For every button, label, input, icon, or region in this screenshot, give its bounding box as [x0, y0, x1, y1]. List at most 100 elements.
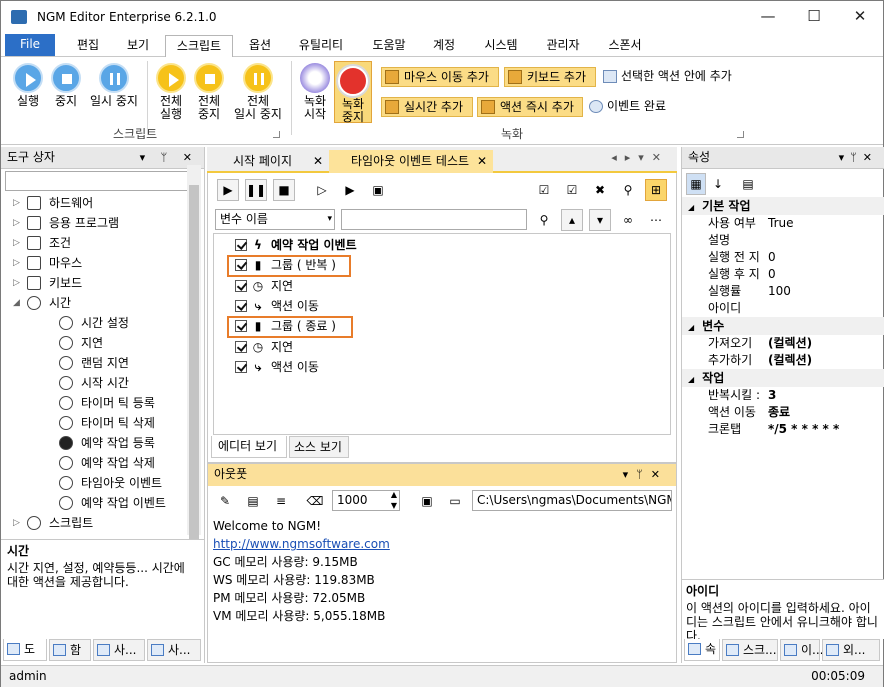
property-row[interactable]: 설명 [682, 232, 884, 249]
property-value[interactable]: (컬렉션) [768, 352, 812, 369]
tab-view[interactable]: 보기 [113, 35, 163, 57]
tab-account[interactable]: 계정 [421, 35, 467, 57]
event-row[interactable]: ⤷ 액션 이동 [235, 296, 319, 316]
tab-utility[interactable]: 유틸리티 [289, 35, 353, 57]
expand-arrow-icon[interactable]: ▷ [13, 193, 20, 213]
property-category[interactable]: ◢ 변수 [682, 317, 884, 335]
event-row[interactable]: ⤷ 액션 이동 [235, 357, 319, 377]
pause-button[interactable]: 일시 중지 [85, 63, 143, 108]
property-row[interactable]: 실행 후 지 0 [682, 266, 884, 283]
checkbox[interactable] [235, 279, 247, 292]
property-value[interactable]: */5 * * * * * [768, 421, 839, 438]
toolbox-item[interactable]: 시작 시간 [1, 373, 185, 393]
check-icon[interactable]: ☑ [561, 179, 583, 201]
stop-all-button[interactable]: 전체 중지 [189, 63, 229, 121]
property-value[interactable]: 3 [768, 387, 776, 404]
event-row[interactable]: ϟ 예약 작업 이벤트 [235, 235, 357, 255]
tab-help[interactable]: 도움말 [361, 35, 417, 57]
property-row[interactable]: 실행 전 지 0 [682, 249, 884, 266]
realtime-add-button[interactable]: 실시간 추가 [381, 97, 473, 117]
toolbox-item[interactable]: 예약 작업 등록 [1, 433, 185, 453]
toolbox-item[interactable]: ▷ 마우스 [1, 253, 185, 273]
property-value[interactable]: 100 [768, 283, 791, 300]
tab-system[interactable]: 시스템 [473, 35, 529, 57]
toolbox-item[interactable]: 타이머 틱 삭제 [1, 413, 185, 433]
tab-script[interactable]: 스크립트 [165, 35, 233, 57]
property-row[interactable]: 추가하기 (컬렉션) [682, 352, 884, 369]
search-icon[interactable]: ⚲ [533, 209, 555, 231]
tab-source-view[interactable]: 소스 보기 [289, 436, 349, 458]
eraser-icon[interactable]: ⌫ [304, 490, 326, 512]
tab-admin[interactable]: 관리자 [535, 35, 591, 57]
collapse-icon[interactable]: ◢ [688, 203, 694, 212]
sort-az-icon[interactable]: ↓ [708, 173, 728, 195]
mouse-move-add-button[interactable]: 마우스 이동 추가 [381, 67, 499, 87]
property-row[interactable]: 사용 여부 True [682, 215, 884, 232]
tab-functions[interactable]: 함 [49, 639, 91, 661]
move-down-button[interactable]: ▾ [589, 209, 611, 231]
panel-controls[interactable]: ▾ᛘ✕ [839, 147, 878, 168]
tab-editor-view[interactable]: 에디터 보기 [211, 436, 287, 458]
expand-arrow-icon[interactable]: ◢ [13, 293, 20, 313]
event-row[interactable]: ◷ 지연 [235, 276, 293, 296]
event-complete-button[interactable]: 이벤트 완료 [587, 97, 666, 117]
toolbox-item[interactable]: ▷ 키보드 [1, 273, 185, 293]
step-next-icon[interactable]: ▶ [339, 179, 361, 201]
tab-edit[interactable]: 편집 [63, 35, 113, 57]
play-button[interactable]: ▶ [217, 179, 239, 201]
zoom-icon[interactable]: ⚲ [617, 179, 639, 201]
step-into-icon[interactable]: ▣ [367, 179, 389, 201]
property-value[interactable]: True [768, 215, 794, 232]
expand-arrow-icon[interactable]: ▷ [13, 213, 20, 233]
collapse-icon[interactable]: ◢ [688, 375, 694, 384]
variable-filter-select[interactable]: 변수 이름 ▾ [215, 209, 335, 230]
property-category[interactable]: ◢ 기본 작업 [682, 197, 884, 215]
categorized-icon[interactable]: ▦ [686, 173, 706, 195]
step-play-icon[interactable]: ▷ [311, 179, 333, 201]
checkbox[interactable] [235, 360, 247, 373]
tab-dictionary[interactable]: 사... [93, 639, 145, 661]
tab-image[interactable]: 이... [780, 639, 823, 661]
tab-external[interactable]: 외... [822, 639, 880, 661]
tab-properties[interactable]: 속 [684, 639, 720, 661]
stop-button[interactable]: 중지 [47, 63, 85, 108]
checkbox[interactable] [235, 239, 247, 251]
toolbox-item[interactable]: ◢ 시간 [1, 293, 185, 313]
panel-controls[interactable]: ▾ᛘ✕ [623, 464, 668, 485]
property-value[interactable]: (컬렉션) [768, 335, 812, 352]
toolbox-item[interactable]: 타임아웃 이벤트 [1, 473, 185, 493]
website-link[interactable]: http://www.ngmsoftware.com [213, 535, 390, 553]
tab-sponsor[interactable]: 스폰서 [597, 35, 653, 57]
toolbox-item[interactable]: ▷ 응용 프로그램 [1, 213, 185, 233]
tab-start-page[interactable]: 시작 페이지 ✕ [211, 150, 327, 173]
infinity-icon[interactable]: ∞ [617, 209, 639, 231]
toolbox-item[interactable]: 예약 작업 삭제 [1, 453, 185, 473]
list-icon[interactable]: ≡ [270, 490, 292, 512]
close-icon[interactable]: ✕ [477, 150, 487, 172]
tab-user-functions[interactable]: 사... [147, 639, 201, 661]
tab-nav-controls[interactable]: ◂▸▾✕ [611, 151, 669, 164]
toolbox-scrollbar[interactable] [187, 165, 201, 545]
property-row[interactable]: 가져오기 (컬렉션) [682, 335, 884, 352]
toolbox-item[interactable]: 랜덤 지연 [1, 353, 185, 373]
property-value[interactable]: 종료 [768, 404, 790, 421]
property-value[interactable]: 0 [768, 249, 776, 266]
dialog-launcher-icon[interactable] [273, 131, 280, 138]
scrollbar-thumb[interactable] [189, 185, 199, 545]
close-icon[interactable]: ✕ [313, 150, 323, 172]
toolbox-item[interactable]: ▷ 조건 [1, 233, 185, 253]
toolbox-item[interactable]: ▷ 스크립트 [1, 513, 185, 533]
toolbox-search-input[interactable] [5, 171, 201, 191]
save-icon[interactable]: ▣ [416, 490, 438, 512]
property-category[interactable]: ◢ 작업 [682, 369, 884, 387]
toolbox-item[interactable]: ▷ 하드웨어 [1, 193, 185, 213]
folder-icon[interactable]: ▭ [444, 490, 466, 512]
expand-arrow-icon[interactable]: ▷ [13, 233, 20, 253]
event-row[interactable]: ◷ 지연 [235, 337, 293, 357]
add-inside-selected-button[interactable]: 선택한 액션 안에 추가 [601, 67, 732, 87]
maximize-button[interactable]: ☐ [791, 1, 837, 33]
tree-view-icon[interactable]: ⊞ [645, 179, 667, 201]
pause-button-editor[interactable]: ❚❚ [245, 179, 267, 201]
minimize-button[interactable]: — [745, 1, 791, 33]
property-row[interactable]: 반복시킬 : 3 [682, 387, 884, 404]
